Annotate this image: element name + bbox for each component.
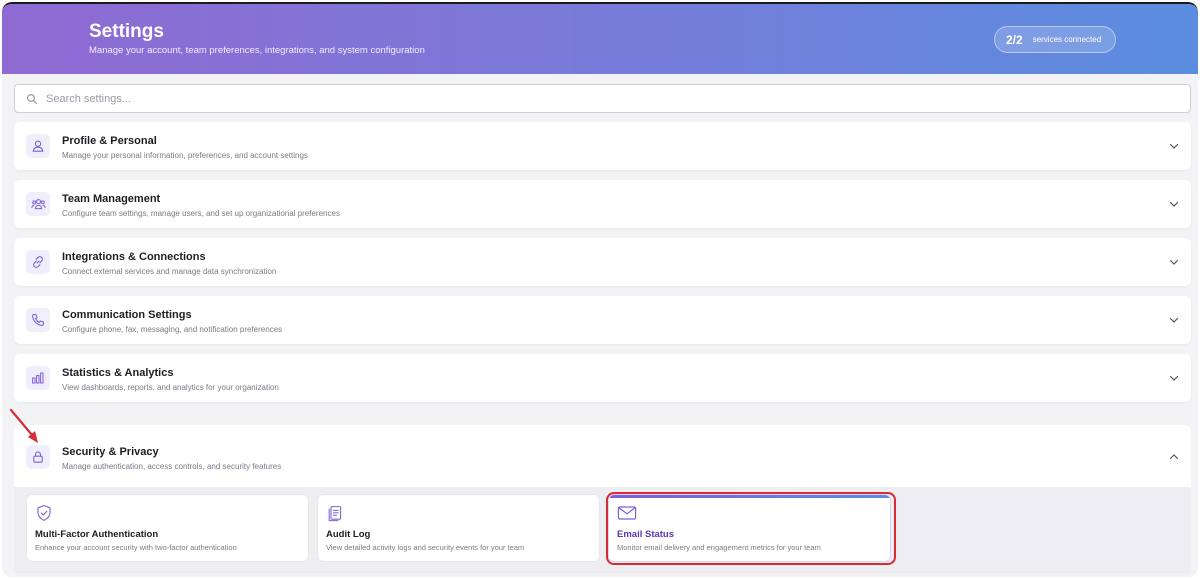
section-title: Team Management [62, 193, 161, 205]
bar-chart-icon [26, 366, 50, 390]
section-description: Configure phone, fax, messaging, and not… [62, 325, 283, 334]
card-title: Multi-Factor Authentication [35, 529, 159, 540]
lock-icon [26, 445, 50, 469]
section-title: Profile & Personal [62, 135, 157, 147]
settings-window: Settings Manage your account, team prefe… [2, 2, 1198, 577]
mail-icon [617, 506, 637, 520]
clipboard-icon [328, 506, 342, 522]
card-description: View detailed activity logs and security… [326, 543, 525, 552]
section-title: Security & Privacy [62, 446, 159, 458]
card-description: Monitor email delivery and engagement me… [617, 543, 821, 552]
chevron-down-icon[interactable] [1169, 199, 1179, 209]
section-description: Connect external services and manage dat… [62, 267, 277, 276]
section-description: Configure team settings, manage users, a… [62, 209, 340, 218]
link-icon [26, 250, 50, 274]
phone-icon [26, 308, 50, 332]
section-description: View dashboards, reports, and analytics … [62, 383, 279, 392]
chevron-down-icon[interactable] [1169, 373, 1179, 383]
card-audit-log[interactable]: Audit Log View detailed activity logs an… [317, 494, 600, 562]
section-title: Communication Settings [62, 309, 192, 321]
section-team-management[interactable]: Team Management Configure team settings,… [14, 180, 1191, 228]
card-multi-factor-authentication[interactable]: Multi-Factor Authentication Enhance your… [26, 494, 309, 562]
section-title: Statistics & Analytics [62, 367, 174, 379]
settings-header: Settings Manage your account, team prefe… [2, 4, 1198, 74]
section-title: Integrations & Connections [62, 251, 206, 263]
user-icon [26, 134, 50, 158]
services-connected-badge: 2/2 services connected [994, 26, 1116, 53]
section-statistics-analytics[interactable]: Statistics & Analytics View dashboards, … [14, 354, 1191, 402]
page-subtitle: Manage your account, team preferences, i… [89, 45, 425, 56]
chevron-down-icon[interactable] [1169, 141, 1179, 151]
card-description: Enhance your account security with two-f… [35, 543, 237, 552]
chevron-up-icon[interactable] [1169, 452, 1179, 462]
search-input[interactable] [46, 92, 1146, 105]
page-title: Settings [89, 21, 164, 42]
chevron-down-icon[interactable] [1169, 257, 1179, 267]
chevron-down-icon[interactable] [1169, 315, 1179, 325]
services-label: services connected [1032, 35, 1102, 44]
section-description: Manage authentication, access controls, … [62, 462, 282, 471]
section-security-privacy[interactable]: Security & Privacy Manage authentication… [14, 425, 1191, 487]
section-integrations-connections[interactable]: Integrations & Connections Connect exter… [14, 238, 1191, 286]
section-profile-personal[interactable]: Profile & Personal Manage your personal … [14, 122, 1191, 170]
team-icon [26, 192, 50, 216]
search-icon [26, 93, 38, 104]
services-count: 2/2 [1006, 32, 1023, 47]
section-communication-settings[interactable]: Communication Settings Configure phone, … [14, 296, 1191, 344]
shield-check-icon [37, 505, 51, 521]
section-description: Manage your personal information, prefer… [62, 151, 308, 160]
security-subpanel: Multi-Factor Authentication Enhance your… [14, 487, 1191, 573]
card-title: Audit Log [326, 529, 371, 540]
search-bar[interactable] [14, 84, 1191, 113]
card-title: Email Status [617, 529, 675, 540]
card-email-status[interactable]: Email Status Monitor email delivery and … [608, 494, 891, 562]
